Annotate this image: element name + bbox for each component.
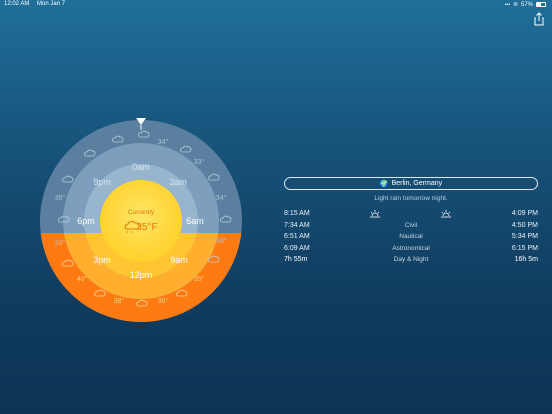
location-button[interactable]: 🌍 Berlin, Germany (284, 177, 538, 190)
globe-icon: 🌍 (379, 180, 389, 188)
table-row: 7:34 AM Civil 4:50 PM (284, 222, 538, 234)
share-icon (534, 12, 544, 26)
battery-icon (536, 2, 546, 7)
hour-6pm: 6pm (77, 216, 95, 226)
location-name: Berlin, Germany (391, 180, 443, 187)
current-temperature: 35°F (136, 222, 157, 233)
sunset-time: 4:09 PM (511, 210, 538, 217)
status-date: Mon Jan 7 (37, 1, 66, 7)
outer-temp: 35° (194, 275, 205, 283)
battery-percent: 57% (520, 1, 533, 8)
sunset-icon (441, 210, 451, 218)
wifi-icon: ≋ (512, 2, 518, 8)
forecast-summary: Light rain tomorrow night. (374, 195, 448, 202)
civil-dusk: 4:50 PM (511, 221, 538, 229)
outer-temp: 36° (158, 297, 169, 305)
sun-info-panel: 🌍 Berlin, Germany Light rain tomorrow ni… (284, 177, 538, 268)
signal-icon: ••• (504, 1, 510, 8)
sun-times-table: 8:15 AM 4:09 PM 7:34 AM Civil 4:50 PM 6:… (284, 210, 538, 268)
hour-3am: 3am (169, 177, 187, 187)
outer-temp: 33° (194, 158, 205, 166)
current-core[interactable] (100, 180, 182, 262)
sunrise-time: 8:15 AM (284, 210, 310, 217)
outer-temp: 38° (114, 297, 125, 305)
share-button[interactable] (532, 12, 546, 26)
currently-label: Currently (128, 209, 155, 216)
table-row: 6:51 AM Nautical 5:34 PM (284, 233, 538, 245)
nautical-dusk: 5:34 PM (511, 233, 538, 240)
hour-9am: 9am (170, 255, 188, 265)
outer-temp: 38° (55, 239, 66, 247)
outer-temp: 35° (55, 194, 66, 202)
hour-6am: 6am (186, 216, 204, 226)
outer-temp: 40° (77, 275, 88, 283)
hour-0am: 0am (132, 162, 150, 172)
civil-label: Civil (404, 221, 418, 229)
astronomical-label: Astronomical (392, 244, 430, 252)
outer-temp: 34° (216, 237, 227, 245)
table-row: 8:15 AM 4:09 PM (284, 210, 538, 222)
outer-temp: 34° (158, 138, 169, 146)
hour-3pm: 3pm (93, 255, 111, 265)
sunrise-icon (370, 210, 380, 218)
astronomical-dusk: 6:15 PM (511, 244, 538, 252)
hour-12pm: 12pm (130, 270, 153, 280)
status-bar: 12:02 AM Mon Jan 7 ••• ≋ 57% (0, 0, 552, 10)
table-row: 6:09 AM Astronomical 6:15 PM (284, 245, 538, 257)
outer-temp: 34° (216, 194, 227, 202)
status-time: 12:02 AM (4, 1, 30, 7)
table-row: 7h 55m Day & Night 16h 5m (284, 256, 538, 268)
night-length: 16h 5m (514, 256, 538, 263)
nautical-label: Nautical (399, 233, 423, 240)
weather-dial[interactable]: 0am 3am 6am 9am 12pm 3pm 6pm 9pm Current… (30, 110, 252, 332)
hour-9pm: 9pm (93, 177, 111, 187)
day-night-label: Day & Night (393, 256, 429, 263)
